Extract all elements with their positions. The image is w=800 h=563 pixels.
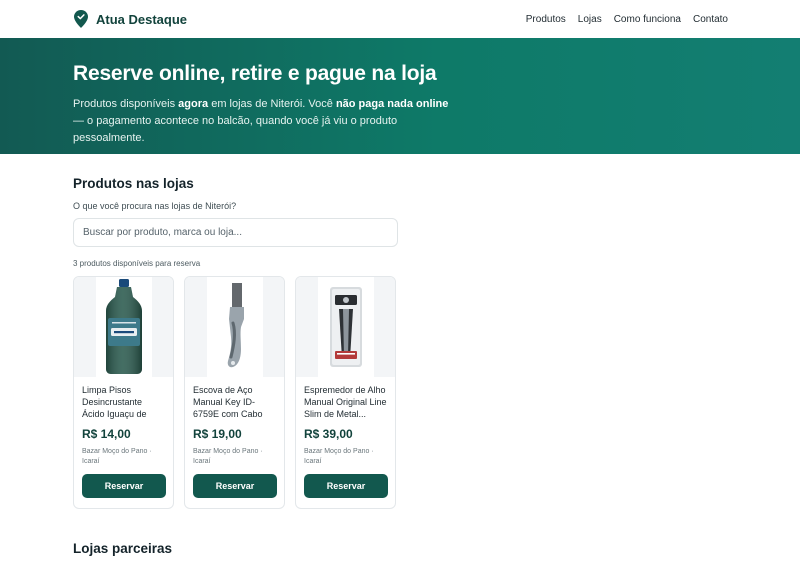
brand-name: Atua Destaque (96, 11, 188, 27)
steel-brush-image (227, 283, 244, 368)
top-navbar: Atua Destaque Produtos Lojas Como funcio… (0, 0, 800, 38)
products-section-title: Produtos nas lojas (73, 176, 194, 191)
product-card[interactable]: Escova de Aço Manual Key ID-6759E com Ca… (184, 276, 285, 509)
product-price: R$ 19,00 (193, 427, 242, 441)
hero-banner: Reserve online, retire e pague na loja P… (0, 38, 800, 154)
product-price: R$ 39,00 (304, 427, 353, 441)
product-store: Bazar Moço do Pano · Icaraí (304, 448, 374, 465)
product-store: Bazar Moço do Pano · Icaraí (193, 448, 263, 465)
product-info: Espremedor de Alho Manual Original Line … (296, 377, 395, 498)
nav-link-produtos[interactable]: Produtos (526, 14, 566, 25)
product-name[interactable]: Espremedor de Alho Manual Original Line … (304, 384, 388, 422)
hero-title: Reserve online, retire e pague na loja (73, 62, 437, 85)
garlic-press-image (329, 287, 362, 367)
product-image-frame (296, 277, 395, 377)
hero-text-2: em lojas de Niterói. Você (208, 98, 336, 110)
reserve-button[interactable]: Reservar (193, 474, 277, 498)
product-info: Limpa Pisos Desincrustante Ácido Iguaçu … (74, 377, 173, 498)
hero-description: Produtos disponíveis agora em lojas de N… (73, 96, 453, 147)
product-card[interactable]: Limpa Pisos Desincrustante Ácido Iguaçu … (73, 276, 174, 509)
product-price: R$ 14,00 (82, 427, 131, 441)
reserve-button[interactable]: Reservar (82, 474, 166, 498)
hero-text-emphasis-1: agora (178, 98, 209, 110)
product-store: Bazar Moço do Pano · Icaraí (82, 448, 152, 465)
product-image-frame (185, 277, 284, 377)
search-label: O que você procura nas lojas de Niterói? (73, 201, 237, 211)
search-input[interactable] (73, 218, 398, 247)
reserve-button[interactable]: Reservar (304, 474, 388, 498)
nav-link-lojas[interactable]: Lojas (578, 14, 602, 25)
product-card[interactable]: Espremedor de Alho Manual Original Line … (295, 276, 396, 509)
location-pin-icon (74, 10, 88, 28)
results-count: 3 produtos disponíveis para reserva (73, 259, 201, 268)
nav-link-contato[interactable]: Contato (693, 14, 728, 25)
product-grid: Limpa Pisos Desincrustante Ácido Iguaçu … (73, 276, 800, 509)
product-image-frame (74, 277, 173, 377)
product-name[interactable]: Escova de Aço Manual Key ID-6759E com Ca… (193, 384, 277, 422)
product-name[interactable]: Limpa Pisos Desincrustante Ácido Iguaçu … (82, 384, 166, 422)
main-content: Produtos nas lojas O que você procura na… (0, 154, 800, 556)
hero-text-1: Produtos disponíveis (73, 98, 179, 110)
nav-link-como-funciona[interactable]: Como funciona (614, 14, 681, 25)
product-info: Escova de Aço Manual Key ID-6759E com Ca… (185, 377, 284, 498)
main-nav: Produtos Lojas Como funciona Contato (526, 14, 728, 25)
hero-text-emphasis-2: não paga nada online (335, 98, 449, 110)
brand[interactable]: Atua Destaque (74, 10, 187, 28)
stores-section-title: Lojas parceiras (73, 541, 173, 556)
cleaner-bottle-image (105, 279, 142, 374)
hero-text-3: — o pagamento acontece no balcão, quando… (73, 115, 398, 144)
